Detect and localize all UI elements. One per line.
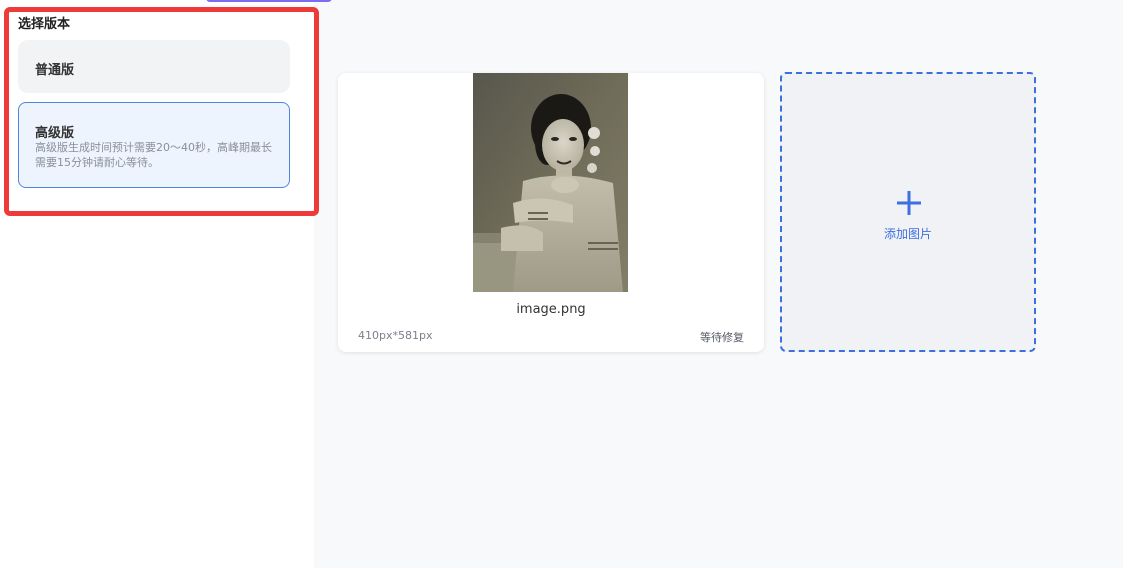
image-dimensions: 410px*581px bbox=[358, 329, 433, 342]
add-image-button[interactable]: 添加图片 bbox=[780, 72, 1036, 352]
top-tab-indicator[interactable] bbox=[206, 0, 332, 2]
repair-status: 等待修复 bbox=[700, 331, 744, 344]
uploaded-image-card[interactable]: image.png 410px*581px 等待修复 bbox=[338, 73, 764, 352]
app-root: 选择版本 普通版 高级版 高级版生成时间预计需要20～40秒，高峰期最长需要15… bbox=[0, 0, 1123, 568]
annotation-highlight-frame bbox=[4, 7, 319, 216]
add-image-label: 添加图片 bbox=[883, 227, 932, 241]
file-name: image.png bbox=[516, 302, 586, 317]
plus-icon bbox=[897, 191, 921, 215]
uploaded-photo bbox=[473, 73, 628, 292]
